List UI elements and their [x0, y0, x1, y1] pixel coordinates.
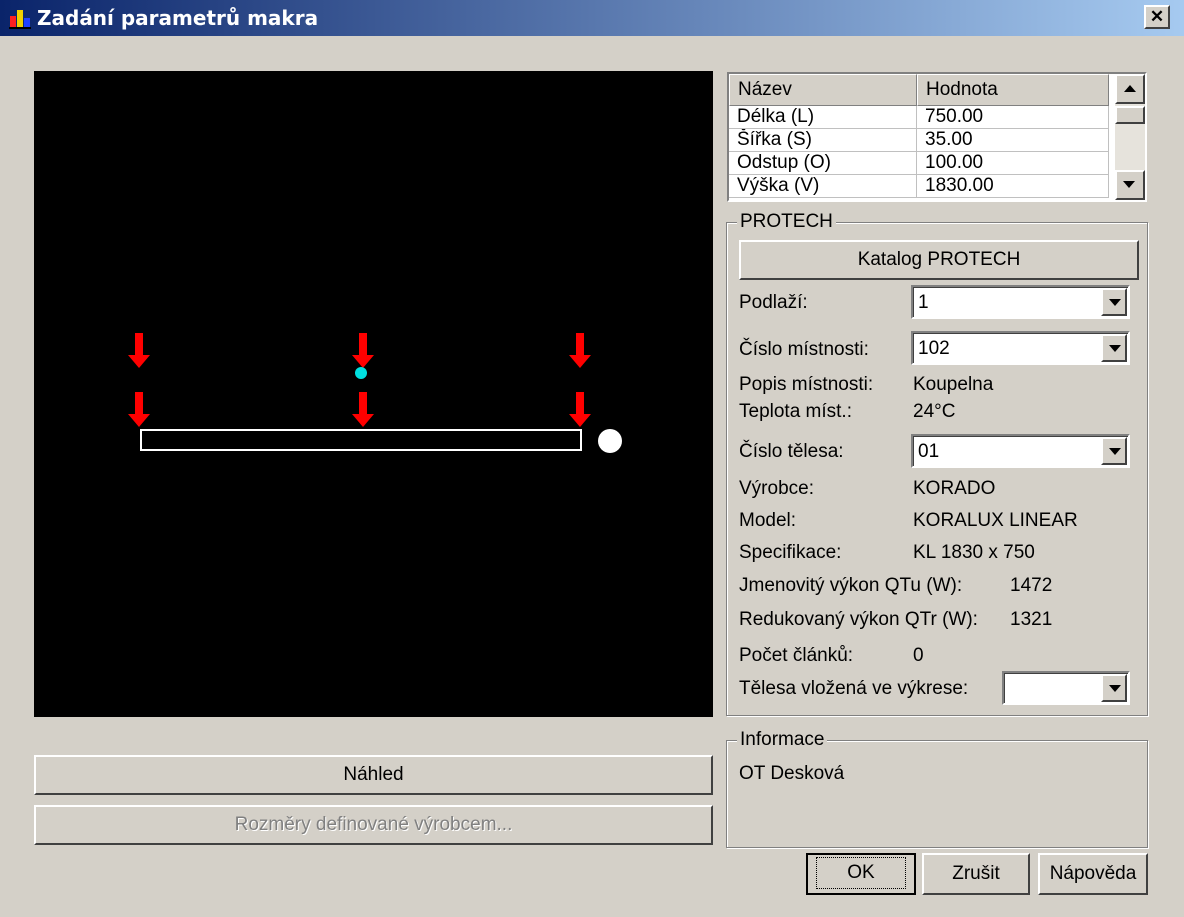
arrow-down-icon: [1123, 181, 1135, 188]
header-label: Hodnota: [926, 79, 998, 100]
sections-value: 0: [913, 645, 924, 666]
room-temp-label: Teplota míst.:: [739, 401, 852, 422]
spec-label: Specifikace:: [739, 542, 842, 563]
radiator-outline: [140, 429, 582, 451]
room-desc-value: Koupelna: [913, 374, 994, 395]
dimensions-button-label: Rozměry definované výrobcem...: [234, 814, 513, 835]
body-number-dropdown-button[interactable]: [1101, 437, 1127, 465]
scroll-up-button[interactable]: [1115, 74, 1145, 104]
help-button-label: Nápověda: [1049, 863, 1137, 884]
floor-label: Podlaží:: [739, 292, 808, 313]
sections-label: Počet článků:: [739, 645, 854, 666]
nominal-power-label: Jmenovitý výkon QTu (W):: [739, 575, 963, 596]
room-number-select[interactable]: 102: [911, 331, 1130, 365]
parameter-grid[interactable]: Název Hodnota Délka (L) 750.00 Šířka (S)…: [727, 72, 1147, 202]
arrow-up-icon: [1124, 85, 1136, 92]
arrow-icon: [128, 333, 150, 368]
chevron-down-icon: [1109, 345, 1121, 352]
manufacturer-label: Výrobce:: [739, 478, 814, 499]
room-number-dropdown-button[interactable]: [1101, 334, 1127, 362]
arrow-icon: [569, 333, 591, 368]
spec-value: KL 1830 x 750: [913, 542, 1035, 563]
manufacturer-dimensions-button[interactable]: Rozměry definované výrobcem...: [34, 805, 713, 845]
arrow-icon: [569, 392, 591, 427]
window-title: Zadání parametrů makra: [37, 6, 319, 30]
help-button[interactable]: Nápověda: [1038, 853, 1148, 895]
room-number-label: Číslo místnosti:: [739, 339, 869, 360]
header-label: Název: [738, 79, 792, 100]
param-value[interactable]: 750.00: [917, 106, 1109, 129]
floor-value: 1: [918, 292, 929, 313]
title-bar: Zadání parametrů makra ✕: [0, 0, 1184, 36]
insertion-point: [355, 367, 367, 379]
param-name: Šířka (S): [729, 129, 917, 152]
model-value: KORALUX LINEAR: [913, 510, 1078, 531]
chevron-down-icon: [1109, 685, 1121, 692]
param-name: Délka (L): [729, 106, 917, 129]
inserted-bodies-dropdown-button[interactable]: [1101, 674, 1127, 702]
protech-group-title: PROTECH: [737, 211, 836, 233]
param-name: Výška (V): [729, 175, 917, 198]
body-number-select[interactable]: 01: [911, 434, 1130, 468]
param-value[interactable]: 1830.00: [917, 175, 1109, 198]
column-header-name[interactable]: Název: [729, 74, 917, 106]
close-button[interactable]: ✕: [1144, 5, 1170, 29]
param-name: Odstup (O): [729, 152, 917, 175]
inserted-bodies-label: Tělesa vložená ve výkrese:: [739, 678, 969, 699]
reduced-power-value: 1321: [1010, 609, 1053, 630]
body-number-value: 01: [918, 441, 940, 462]
room-number-value: 102: [918, 338, 950, 359]
arrow-icon: [352, 392, 374, 427]
chevron-down-icon: [1109, 299, 1121, 306]
floor-dropdown-button[interactable]: [1101, 288, 1127, 316]
body-number-label: Číslo tělesa:: [739, 441, 844, 462]
chevron-down-icon: [1109, 448, 1121, 455]
connection-point: [598, 429, 622, 453]
inserted-bodies-select[interactable]: [1002, 671, 1130, 705]
catalog-button-label: Katalog PROTECH: [857, 249, 1021, 270]
column-header-value[interactable]: Hodnota: [917, 74, 1109, 106]
preview-button-label: Náhled: [343, 764, 404, 785]
ok-button-label: OK: [816, 857, 906, 889]
reduced-power-label: Redukovaný výkon QTr (W):: [739, 609, 978, 630]
param-value[interactable]: 35.00: [917, 129, 1109, 152]
app-icon: [9, 10, 31, 29]
preview-drawing: [128, 333, 622, 453]
model-label: Model:: [739, 510, 797, 531]
nominal-power-value: 1472: [1010, 575, 1053, 596]
close-icon: ✕: [1149, 7, 1165, 26]
scroll-down-button[interactable]: [1115, 170, 1145, 200]
catalog-protech-button[interactable]: Katalog PROTECH: [739, 240, 1139, 280]
arrow-icon: [128, 392, 150, 427]
load-arrows: [128, 333, 591, 427]
info-text: OT Desková: [739, 763, 845, 784]
cancel-button[interactable]: Zrušit: [922, 853, 1030, 895]
ok-button[interactable]: OK: [806, 853, 916, 895]
manufacturer-value: KORADO: [913, 478, 996, 499]
cancel-button-label: Zrušit: [952, 863, 1000, 884]
room-temp-value: 24°C: [913, 401, 956, 422]
info-group-title: Informace: [737, 729, 828, 751]
param-value[interactable]: 100.00: [917, 152, 1109, 175]
info-group: Informace OT Desková: [726, 729, 1148, 848]
preview-canvas[interactable]: [34, 71, 713, 717]
room-desc-label: Popis místnosti:: [739, 374, 874, 395]
floor-select[interactable]: 1: [911, 285, 1130, 319]
scroll-thumb[interactable]: [1115, 106, 1145, 124]
preview-button[interactable]: Náhled: [34, 755, 713, 795]
grid-scrollbar[interactable]: [1115, 74, 1145, 200]
arrow-icon: [352, 333, 374, 368]
